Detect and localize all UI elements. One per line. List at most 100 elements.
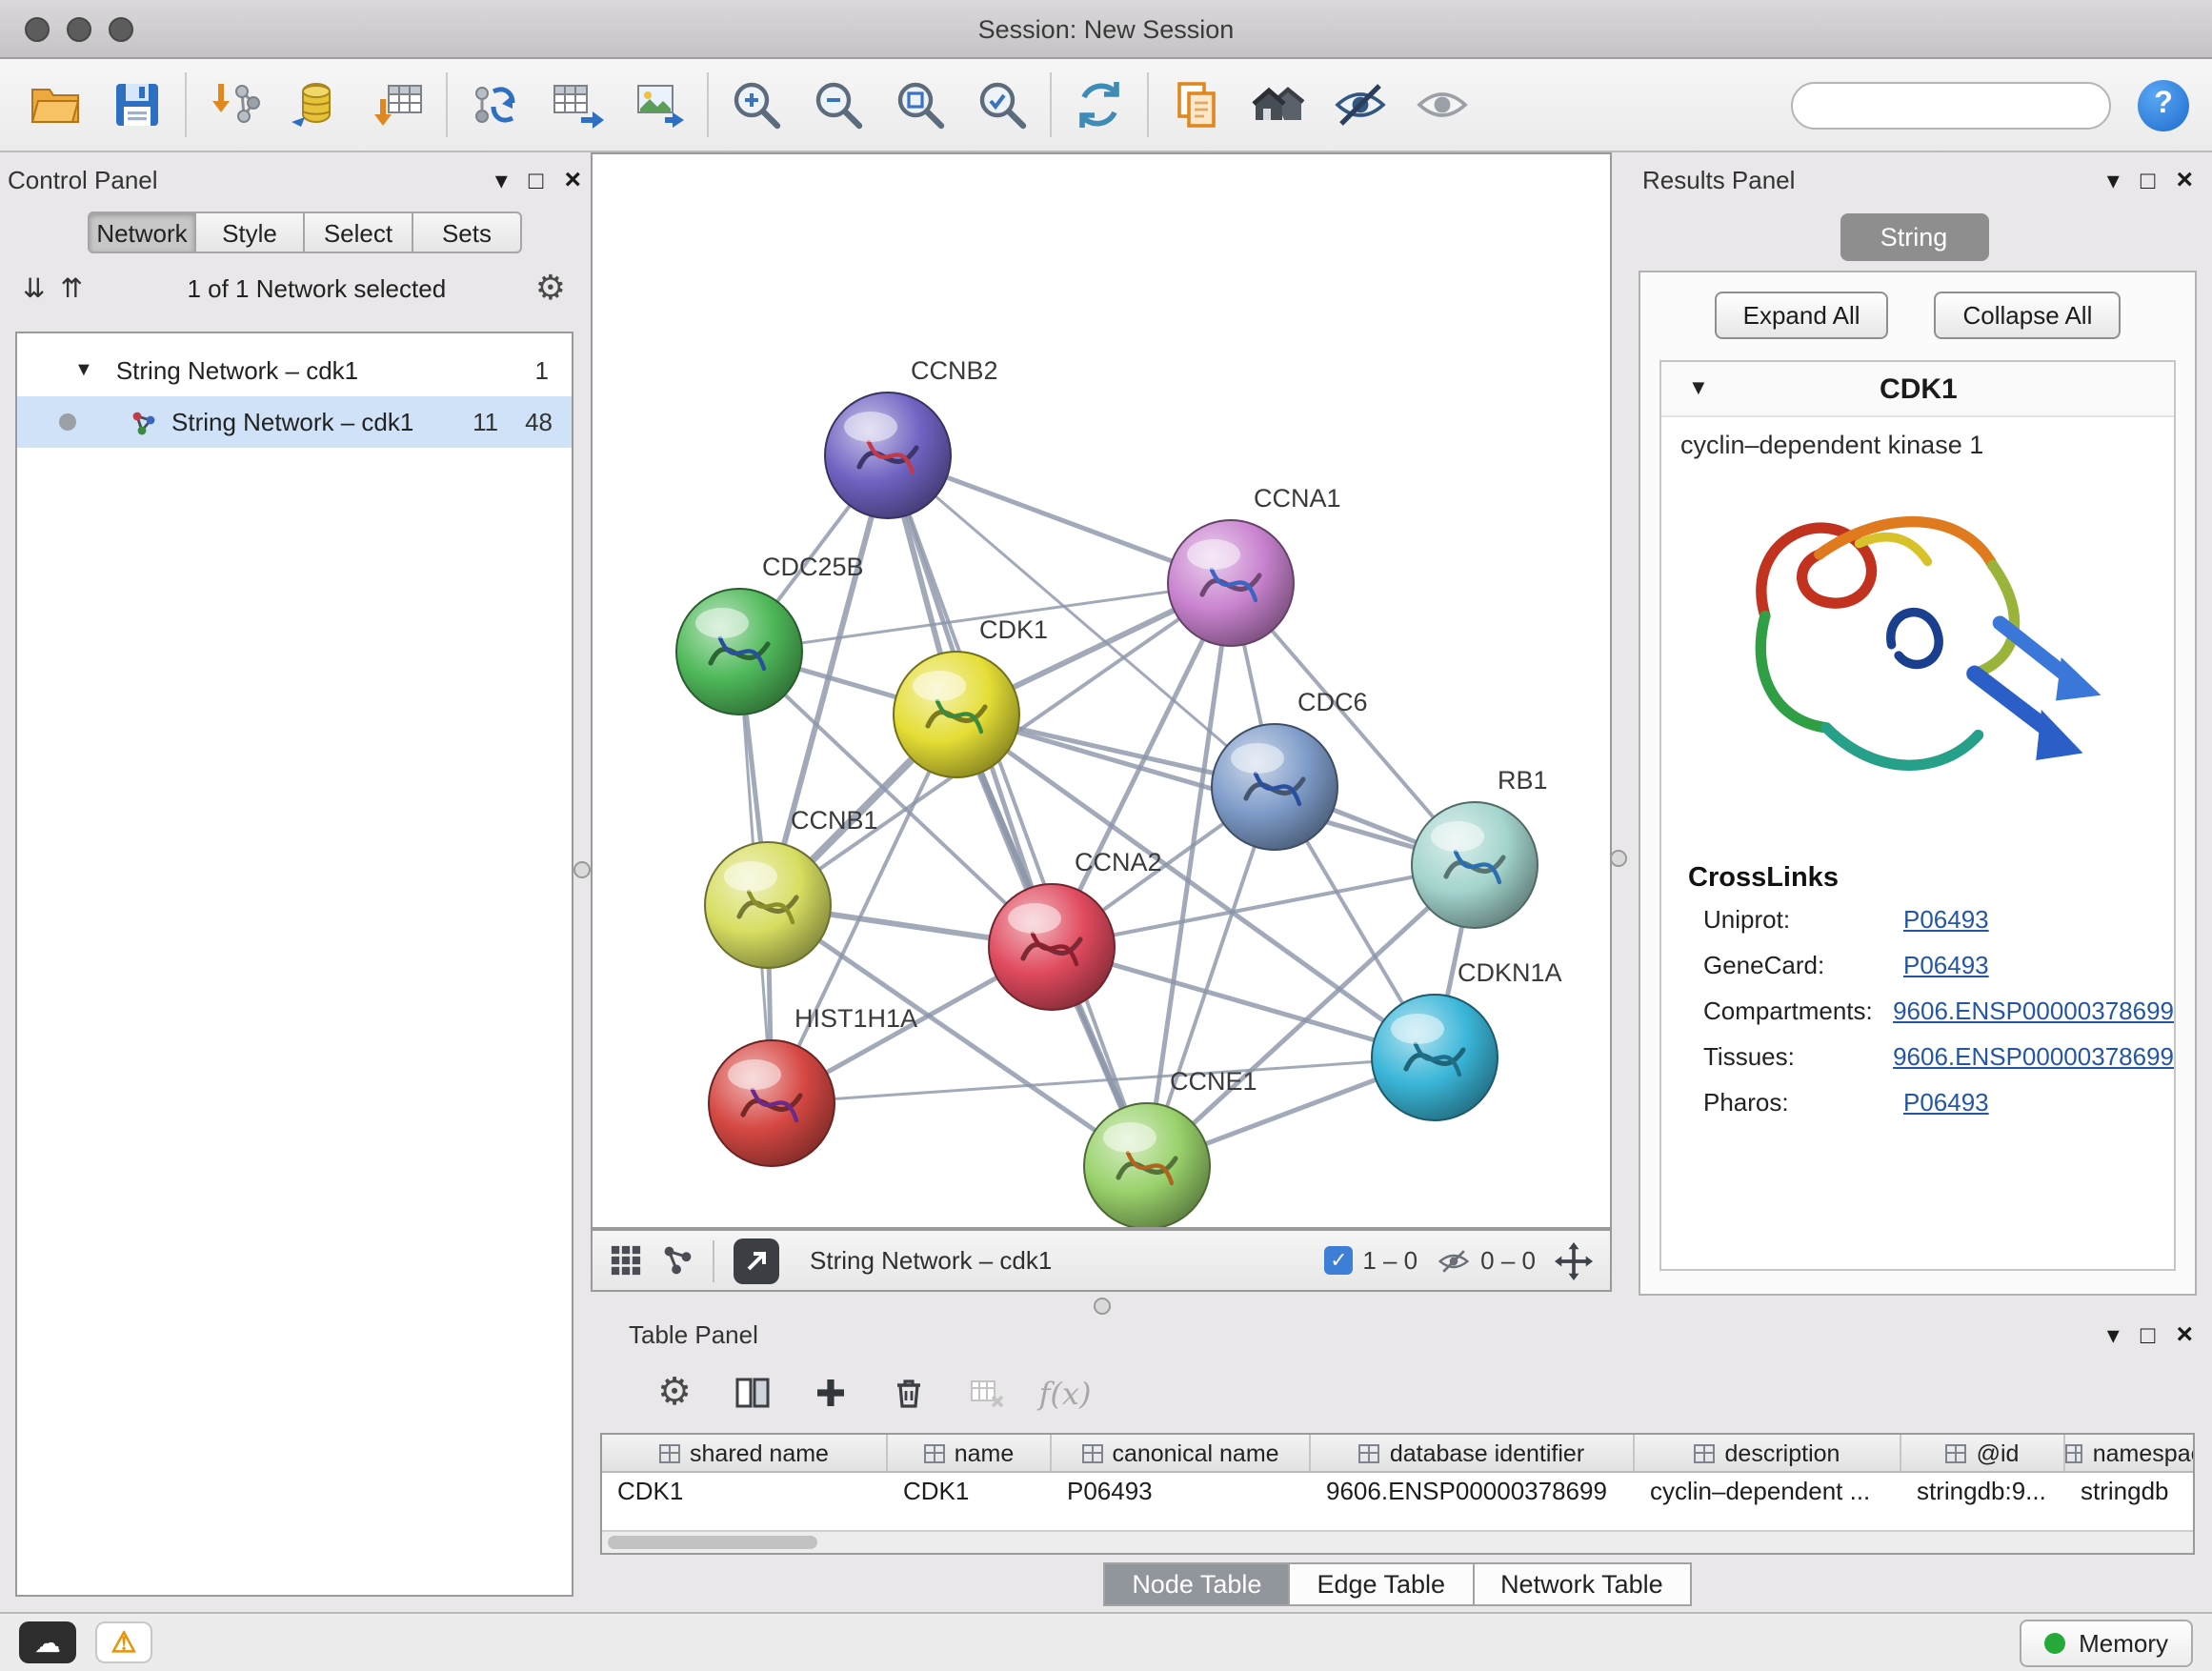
crosslink-link[interactable]: P06493: [1903, 1088, 1989, 1117]
tab-edge-table[interactable]: Edge Table: [1290, 1562, 1474, 1606]
float-panel-icon[interactable]: □: [2141, 167, 2156, 191]
close-panel-icon[interactable]: ×: [564, 163, 581, 195]
expand-all-icon[interactable]: ⇈: [60, 272, 82, 304]
close-panel-icon[interactable]: ×: [2176, 163, 2193, 195]
network-collection-row[interactable]: ▼ String Network – cdk1 1: [17, 345, 572, 396]
float-panel-icon[interactable]: □: [2141, 1321, 2156, 1346]
scrollbar-thumb[interactable]: [608, 1536, 817, 1549]
table-cell[interactable]: cyclin–dependent ...: [1635, 1473, 1901, 1509]
zoom-window-button[interactable]: [109, 17, 133, 42]
column-header--id[interactable]: @id: [1901, 1435, 2065, 1471]
import-network-from-database-button[interactable]: [284, 72, 349, 137]
tab-network-table[interactable]: Network Table: [1474, 1562, 1692, 1606]
show-columns-icon[interactable]: [730, 1370, 775, 1416]
column-header-namespace[interactable]: namespace: [2065, 1435, 2195, 1471]
network-options-gear-icon[interactable]: ⚙: [535, 271, 566, 305]
panel-menu-icon[interactable]: ▾: [2107, 167, 2120, 191]
create-column-icon[interactable]: [808, 1370, 854, 1416]
tab-select[interactable]: Select: [305, 211, 413, 253]
collapse-card-icon[interactable]: ▼: [1688, 377, 1709, 400]
network-view-canvas[interactable]: CCNB2CCNA1CDC25BCDK1CDC6RB1CCNB1CCNA2CDK…: [591, 152, 1612, 1229]
zoom-in-button[interactable]: [724, 72, 789, 137]
minimize-window-button[interactable]: [67, 17, 91, 42]
table-cell[interactable]: stringdb:9...: [1901, 1473, 2065, 1509]
selected-checkbox-icon[interactable]: ✓: [1324, 1246, 1353, 1275]
crosslink-link[interactable]: 9606.ENSP00000378699: [1893, 997, 2174, 1025]
panel-menu-icon[interactable]: ▾: [495, 167, 508, 191]
network-node-CCNA1[interactable]: [1168, 520, 1294, 646]
column-header-description[interactable]: description: [1635, 1435, 1901, 1471]
fit-content-button[interactable]: [1555, 1241, 1593, 1279]
tab-node-table[interactable]: Node Table: [1103, 1562, 1290, 1606]
show-all-button[interactable]: [1410, 72, 1475, 137]
close-window-button[interactable]: [25, 17, 50, 42]
network-node-HIST1H1A[interactable]: [709, 1040, 835, 1166]
panel-menu-icon[interactable]: ▾: [2107, 1321, 2120, 1346]
column-header-name[interactable]: name: [888, 1435, 1052, 1471]
crosslink-link[interactable]: P06493: [1903, 905, 1989, 934]
crosslink-link[interactable]: 9606.ENSP00000378699: [1893, 1042, 2174, 1071]
column-header-canonical-name[interactable]: canonical name: [1052, 1435, 1311, 1471]
horizontal-scrollbar[interactable]: [602, 1530, 2193, 1553]
column-header-shared-name[interactable]: shared name: [602, 1435, 888, 1471]
network-node-CCNE1[interactable]: [1084, 1103, 1210, 1227]
network-node-CDC6[interactable]: [1212, 724, 1337, 850]
float-panel-icon[interactable]: □: [529, 167, 544, 191]
network-node-CCNB2[interactable]: [825, 393, 951, 518]
zoom-selected-button[interactable]: [970, 72, 1035, 137]
warnings-button[interactable]: ⚠: [95, 1621, 152, 1663]
expand-all-button[interactable]: Expand All: [1715, 292, 1889, 339]
tab-style[interactable]: Style: [196, 211, 305, 253]
search-input[interactable]: [1818, 89, 2161, 121]
share-network-icon[interactable]: [661, 1244, 694, 1277]
crosslink-link[interactable]: P06493: [1903, 951, 1989, 979]
import-network-from-file-button[interactable]: [202, 72, 267, 137]
tab-network[interactable]: Network: [88, 211, 196, 253]
collapse-all-icon[interactable]: ⇊: [23, 272, 45, 304]
refresh-view-button[interactable]: [1067, 72, 1132, 137]
splitter-handle[interactable]: [573, 861, 591, 878]
network-node-CCNA2[interactable]: [989, 884, 1115, 1010]
table-cell[interactable]: P06493: [1052, 1473, 1311, 1509]
network-row[interactable]: String Network – cdk1 11 48: [17, 396, 572, 448]
string-results-tab[interactable]: String: [1840, 213, 1988, 261]
close-panel-icon[interactable]: ×: [2176, 1318, 2193, 1350]
open-session-button[interactable]: [23, 72, 88, 137]
grid-view-icon[interactable]: [610, 1244, 642, 1277]
column-header-database-identifier[interactable]: database identifier: [1311, 1435, 1635, 1471]
network-node-CCNB1[interactable]: [705, 842, 831, 968]
export-network-button[interactable]: [463, 72, 528, 137]
table-options-gear-icon[interactable]: ⚙: [652, 1370, 697, 1416]
export-table-icon: [549, 76, 606, 133]
table-row[interactable]: CDK1CDK1P064939606.ENSP00000378699cyclin…: [602, 1473, 2193, 1509]
collapse-all-button[interactable]: Collapse All: [1935, 292, 2122, 339]
open-in-new-window-button[interactable]: [734, 1238, 779, 1283]
save-session-button[interactable]: [105, 72, 170, 137]
help-button[interactable]: ?: [2138, 79, 2189, 131]
network-node-CDK1[interactable]: [894, 652, 1019, 777]
cloud-button[interactable]: ☁: [19, 1621, 76, 1663]
network-graph[interactable]: CCNB2CCNA1CDC25BCDK1CDC6RB1CCNB1CCNA2CDK…: [593, 154, 1610, 1227]
memory-button[interactable]: Memory: [2020, 1619, 2193, 1666]
search-box[interactable]: [1791, 81, 2111, 129]
zoom-fit-button[interactable]: [888, 72, 953, 137]
splitter-handle[interactable]: [1610, 850, 1627, 867]
table-cell[interactable]: CDK1: [602, 1473, 888, 1509]
home-button[interactable]: [1246, 72, 1311, 137]
table-cell[interactable]: 9606.ENSP00000378699: [1311, 1473, 1635, 1509]
export-image-button[interactable]: [627, 72, 692, 137]
hide-selected-button[interactable]: [1328, 72, 1393, 137]
splitter-handle[interactable]: [1094, 1298, 1111, 1315]
network-node-RB1[interactable]: [1412, 802, 1538, 928]
network-node-CDC25B[interactable]: [676, 589, 802, 715]
import-table-from-file-button[interactable]: [366, 72, 431, 137]
table-cell[interactable]: CDK1: [888, 1473, 1052, 1509]
table-cell[interactable]: stringdb: [2065, 1473, 2195, 1509]
annotations-button[interactable]: [1164, 72, 1229, 137]
tab-sets[interactable]: Sets: [413, 211, 522, 253]
disclosure-triangle-icon[interactable]: ▼: [74, 360, 93, 381]
delete-column-icon[interactable]: [886, 1370, 932, 1416]
network-node-CDKN1A[interactable]: [1372, 995, 1498, 1120]
zoom-out-button[interactable]: [806, 72, 871, 137]
export-table-button[interactable]: [545, 72, 610, 137]
